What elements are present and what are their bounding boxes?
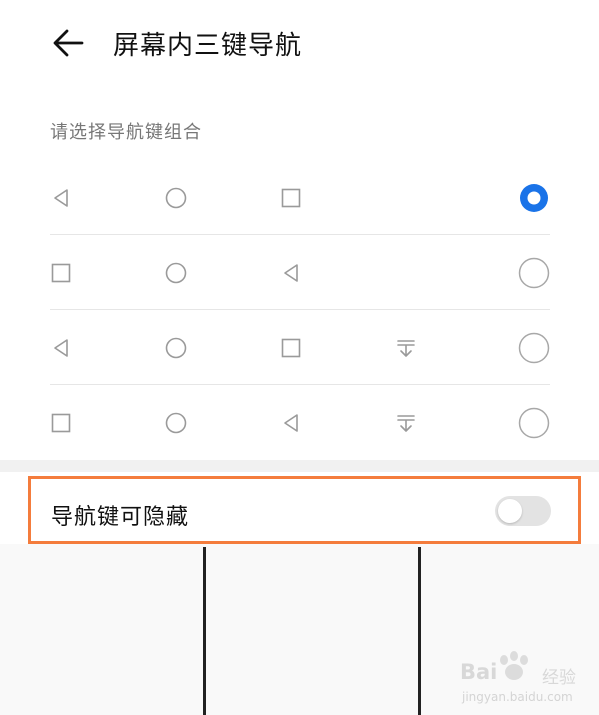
hide-navigation-toggle[interactable] [495,496,551,526]
notification-pulldown-icon [397,340,415,357]
back-button[interactable] [48,24,88,64]
back-triangle-icon [54,189,68,207]
radio-unselected-icon[interactable] [518,407,550,439]
back-triangle-icon [284,414,298,432]
hide-navigation-label: 导航键可隐藏 [51,505,190,530]
radio-unselected-icon[interactable] [518,257,550,289]
home-circle-icon [165,187,187,209]
nav-option-row[interactable] [50,160,550,235]
watermark-suffix: 经验 [542,668,576,688]
hide-navigation-row[interactable]: 导航键可隐藏 [28,476,581,544]
toggle-knob [498,499,522,523]
recent-square-icon [51,413,71,433]
back-arrow-icon [53,29,84,57]
section-label: 请选择导航键组合 [50,122,202,143]
back-triangle-icon [54,339,68,357]
radio-selected-icon[interactable] [518,182,550,214]
back-triangle-icon [284,264,298,282]
watermark-brand: Bai [460,660,498,684]
nav-option-row[interactable] [50,235,550,310]
section-divider [0,460,599,472]
watermark-url: jingyan.baidu.com [462,690,573,704]
home-circle-icon [165,337,187,359]
recent-square-icon [281,188,301,208]
page-title: 屏幕内三键导航 [113,31,303,61]
radio-unselected-icon[interactable] [518,332,550,364]
paw-icon [500,651,528,680]
recent-square-icon [51,263,71,283]
nav-option-row[interactable] [50,385,550,460]
watermark: Bai 经验 jingyan.baidu.com [456,650,596,712]
recent-square-icon [281,338,301,358]
nav-option-row[interactable] [50,310,550,385]
home-circle-icon [165,412,187,434]
notification-pulldown-icon [397,415,415,432]
annotation-line-right [418,547,421,715]
annotation-line-left [203,547,206,715]
home-circle-icon [165,262,187,284]
header: 屏幕内三键导航 [0,0,599,90]
